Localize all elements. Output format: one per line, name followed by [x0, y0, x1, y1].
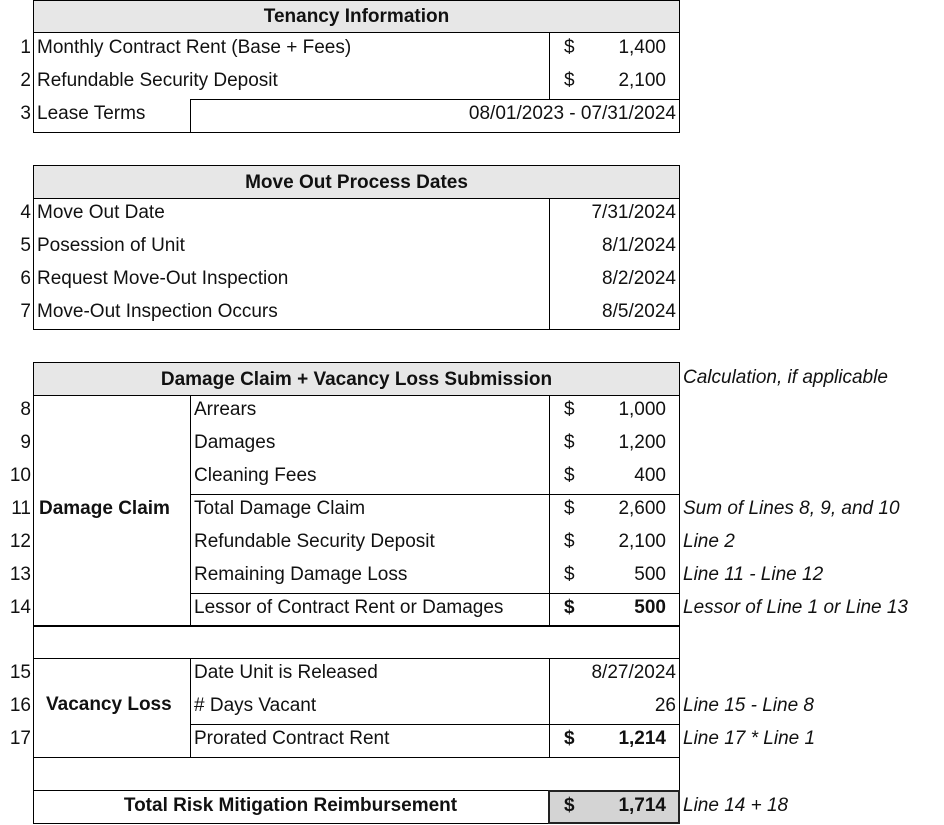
row-value: 1,200 — [618, 432, 666, 453]
vacancy-loss-group-label: Vacancy Loss — [46, 694, 172, 715]
divider — [190, 593, 680, 594]
calc-note: Line 11 - Line 12 — [683, 564, 824, 585]
row-label: Total Damage Claim — [194, 498, 366, 519]
divider — [190, 724, 680, 725]
calc-note: Line 17 * Line 1 — [683, 728, 816, 749]
line-number: 14 — [9, 597, 31, 618]
claim-header: Damage Claim + Vacancy Loss Submission — [33, 362, 680, 396]
row-label: # Days Vacant — [194, 695, 317, 716]
row-value: 400 — [634, 465, 666, 486]
divider — [549, 658, 550, 757]
row-value: 1,000 — [618, 399, 666, 420]
row-label-inspection-occurs: Move-Out Inspection Occurs — [37, 301, 278, 322]
row-value: 500 — [634, 597, 666, 618]
row-value: 1,214 — [618, 728, 666, 749]
divider — [190, 99, 191, 132]
divider — [190, 658, 191, 757]
currency-symbol: $ — [564, 399, 575, 420]
row-label: Arrears — [194, 399, 257, 420]
line-number: 16 — [9, 695, 31, 716]
row-label: Prorated Contract Rent — [194, 728, 390, 749]
row-value: 2,100 — [618, 531, 666, 552]
total-label: Total Risk Mitigation Reimbursement — [123, 795, 458, 816]
line-number: 6 — [20, 268, 31, 289]
line-number: 4 — [20, 202, 31, 223]
value-lease-terms: 08/01/2023 - 07/31/2024 — [468, 103, 676, 124]
row-label: Remaining Damage Loss — [194, 564, 408, 585]
row-label-lease-terms: Lease Terms — [37, 103, 146, 124]
line-number: 2 — [20, 70, 31, 91]
row-label-monthly-rent: Monthly Contract Rent (Base + Fees) — [37, 37, 352, 58]
line-number: 8 — [20, 399, 31, 420]
divider — [190, 494, 680, 495]
calc-column-header: Calculation, if applicable — [683, 367, 888, 388]
row-label: Damages — [194, 432, 276, 453]
line-number: 7 — [20, 301, 31, 322]
total-calc-note: Line 14 + 18 — [683, 795, 789, 816]
line-number: 11 — [11, 498, 31, 519]
currency-symbol: $ — [564, 37, 575, 58]
line-number: 15 — [9, 662, 31, 683]
divider — [549, 33, 550, 99]
line-number: 1 — [20, 37, 31, 58]
row-label: Date Unit is Released — [194, 662, 378, 683]
calc-note: Lessor of Line 1 or Line 13 — [683, 597, 908, 618]
value-possession: 8/1/2024 — [602, 235, 676, 256]
line-number: 3 — [20, 103, 31, 124]
row-value: 8/27/2024 — [591, 662, 676, 683]
row-value: 500 — [634, 564, 666, 585]
row-label: Cleaning Fees — [194, 465, 317, 486]
row-label-request-inspection: Request Move-Out Inspection — [37, 268, 289, 289]
line-number: 17 — [9, 728, 31, 749]
row-value: 2,600 — [618, 498, 666, 519]
damage-claim-group-label: Damage Claim — [39, 498, 170, 519]
currency-symbol: $ — [564, 70, 575, 91]
currency-symbol: $ — [564, 728, 575, 749]
calc-note: Line 2 — [683, 531, 735, 552]
value-move-out-date: 7/31/2024 — [591, 202, 676, 223]
tenancy-header: Tenancy Information — [33, 0, 680, 33]
calc-note: Sum of Lines 8, 9, and 10 — [683, 498, 900, 519]
line-number: 5 — [20, 235, 31, 256]
divider — [549, 395, 550, 625]
currency-symbol: $ — [564, 531, 575, 552]
currency-symbol: $ — [564, 432, 575, 453]
total-value: 1,714 — [618, 795, 666, 816]
line-number: 12 — [9, 531, 31, 552]
currency-symbol: $ — [564, 564, 575, 585]
line-number: 13 — [9, 564, 31, 585]
currency-symbol: $ — [564, 465, 575, 486]
row-label: Refundable Security Deposit — [194, 531, 435, 552]
value-security-deposit: 2,100 — [618, 70, 666, 91]
line-number: 10 — [9, 465, 31, 486]
value-monthly-rent: 1,400 — [618, 37, 666, 58]
divider — [549, 198, 550, 329]
calc-note: Line 15 - Line 8 — [683, 695, 814, 716]
line-number: 9 — [20, 432, 31, 453]
row-label-move-out-date: Move Out Date — [37, 202, 165, 223]
spacer-row — [33, 626, 680, 659]
row-value: 26 — [654, 695, 676, 716]
moveout-header: Move Out Process Dates — [33, 165, 680, 199]
currency-symbol: $ — [564, 498, 575, 519]
divider — [190, 99, 680, 100]
divider — [190, 395, 191, 625]
spacer-row — [33, 757, 680, 791]
value-inspection-occurs: 8/5/2024 — [602, 301, 676, 322]
row-label: Lessor of Contract Rent or Damages — [194, 597, 504, 618]
currency-symbol: $ — [564, 795, 575, 816]
row-label-possession: Posession of Unit — [37, 235, 185, 256]
currency-symbol: $ — [564, 597, 575, 618]
value-request-inspection: 8/2/2024 — [602, 268, 676, 289]
row-label-security-deposit: Refundable Security Deposit — [37, 70, 278, 91]
